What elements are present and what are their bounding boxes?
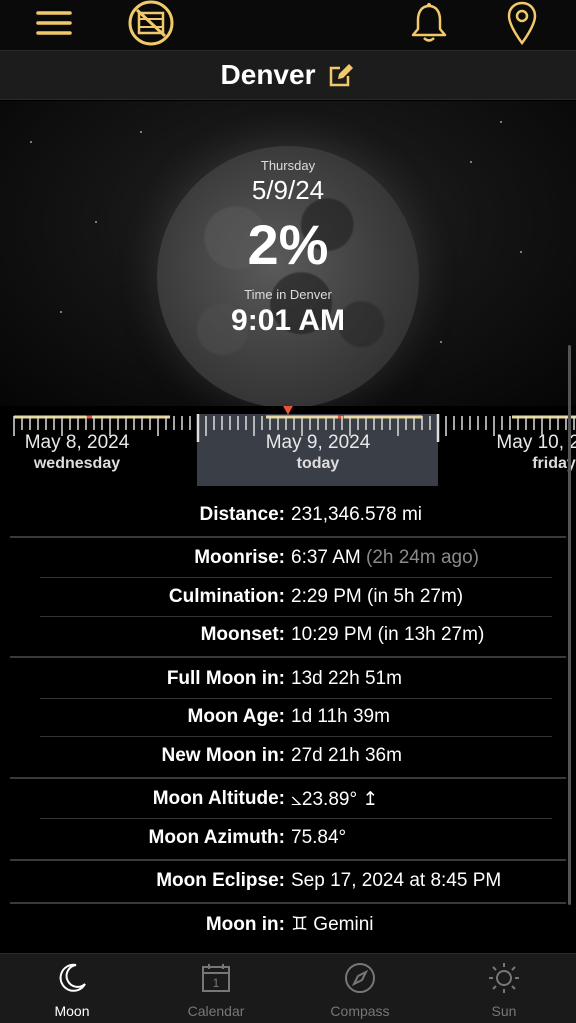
moonset-label: Moonset: — [200, 624, 285, 646]
divider — [10, 656, 566, 658]
tab-sun[interactable]: Sun — [432, 954, 576, 1023]
culmination-row: Culmination: 2:29 PM (in 5h 27m) — [0, 578, 576, 616]
date-prev[interactable]: May 8, 2024 wednesday — [0, 432, 177, 473]
date-next[interactable]: May 10, 2024 friday — [454, 432, 576, 473]
eclipse-label: Moon Eclipse: — [156, 870, 285, 892]
full-moon-label: Full Moon in: — [166, 667, 285, 689]
date-next-label: May 10, 2024 — [496, 432, 576, 453]
azimuth-row: Moon Azimuth: 75.84° — [0, 819, 576, 857]
distance-value: 231,346.578 mi — [291, 503, 422, 525]
full-moon-value: 13d 22h 51m — [291, 667, 402, 689]
svg-text:1: 1 — [213, 976, 220, 990]
date-current-label: May 9, 2024 — [265, 432, 371, 453]
calendar-icon: 1 — [200, 962, 232, 999]
moonrise-label: Moonrise: — [194, 547, 285, 569]
divider — [10, 858, 566, 861]
date-prev-day: wednesday — [33, 455, 121, 472]
azimuth-value: 75.84° — [291, 826, 347, 848]
weekday-label: Thursday — [260, 158, 316, 173]
current-time-marker — [283, 406, 293, 415]
moonset-row: Moonset: 10:29 PM (in 13h 27m) — [0, 617, 576, 655]
zodiac-row: Moon in: ♊ Gemini — [0, 906, 576, 944]
eclipse-value: Sep 17, 2024 at 8:45 PM — [291, 870, 502, 892]
tab-sun-label: Sun — [491, 1003, 517, 1019]
tab-calendar-label: Calendar — [187, 1003, 245, 1019]
city-name: Denver — [220, 59, 316, 90]
divider — [10, 902, 566, 904]
new-moon-label: New Moon in: — [161, 744, 285, 766]
altitude-value: ⦣23.89° ↥ — [291, 788, 379, 810]
moonrise-row: Moonrise: 6:37 AM (2h 24m ago) — [0, 540, 576, 578]
moonrise-value: 6:37 AM — [291, 547, 361, 569]
tab-calendar[interactable]: 1 Calendar — [144, 954, 288, 1023]
tab-moon-label: Moon — [54, 1003, 90, 1019]
moon-age-value: 1d 11h 39m — [291, 706, 390, 728]
bell-icon[interactable] — [408, 0, 450, 46]
time-caption: Time in Denver — [244, 287, 332, 302]
no-video-icon[interactable] — [125, 0, 177, 46]
tab-compass[interactable]: Compass — [288, 954, 432, 1023]
moon-view[interactable]: Thursday 5/9/24 2% Time in Denver 9:01 A… — [0, 101, 576, 406]
moon-age-row: Moon Age: 1d 11h 39m — [0, 699, 576, 737]
location-pin-icon[interactable] — [504, 0, 540, 46]
location-header: Denver — [0, 50, 576, 100]
sun-icon — [486, 962, 522, 999]
azimuth-label: Moon Azimuth: — [148, 826, 285, 848]
distance-label: Distance: — [199, 503, 285, 525]
distance-row: Distance: 231,346.578 mi — [0, 496, 576, 534]
new-moon-row: New Moon in: 27d 21h 36m — [0, 737, 576, 775]
date-label: 5/9/24 — [251, 175, 325, 205]
altitude-label: Moon Altitude: — [152, 788, 285, 810]
moon-age-label: Moon Age: — [187, 706, 285, 728]
moonrise-ago: (2h 24m ago) — [366, 547, 480, 569]
new-moon-value: 27d 21h 36m — [291, 744, 402, 766]
menu-icon[interactable] — [34, 0, 74, 46]
full-moon-row: Full Moon in: 13d 22h 51m — [0, 660, 576, 698]
moonset-value: 10:29 PM (in 13h 27m) — [291, 624, 485, 646]
date-current[interactable]: May 9, 2024 today — [218, 432, 418, 473]
tab-compass-label: Compass — [330, 1003, 390, 1019]
culmination-value: 2:29 PM (in 5h 27m) — [291, 585, 464, 607]
bottom-tab-bar: Moon 1 Calendar Compass Sun — [0, 953, 576, 1023]
moon-info-list: Distance: 231,346.578 mi Moonrise: 6:37 … — [0, 496, 576, 944]
edit-location-icon[interactable] — [327, 61, 355, 89]
divider — [10, 535, 566, 538]
zodiac-label: Moon in: — [205, 913, 285, 935]
top-toolbar — [0, 0, 576, 50]
culmination-label: Culmination: — [168, 585, 285, 607]
date-prev-label: May 8, 2024 — [24, 432, 130, 453]
divider — [10, 776, 566, 779]
illumination-percent: 2% — [247, 213, 329, 276]
zodiac-value: ♊ Gemini — [291, 914, 374, 936]
tab-moon[interactable]: Moon — [0, 954, 144, 1023]
date-current-day: today — [296, 455, 340, 472]
compass-icon — [344, 962, 376, 999]
time-value: 9:01 AM — [231, 304, 345, 337]
moon-overlay: Thursday 5/9/24 2% Time in Denver 9:01 A… — [157, 146, 419, 338]
altitude-row: Moon Altitude: ⦣23.89° ↥ — [0, 781, 576, 819]
eclipse-row: Moon Eclipse: Sep 17, 2024 at 8:45 PM — [0, 863, 576, 901]
date-next-day: friday — [532, 455, 576, 472]
crescent-moon-icon — [56, 962, 88, 999]
scrollbar[interactable] — [568, 345, 571, 905]
date-scrubber[interactable]: May 8, 2024 wednesday May 9, 2024 today … — [0, 406, 576, 486]
